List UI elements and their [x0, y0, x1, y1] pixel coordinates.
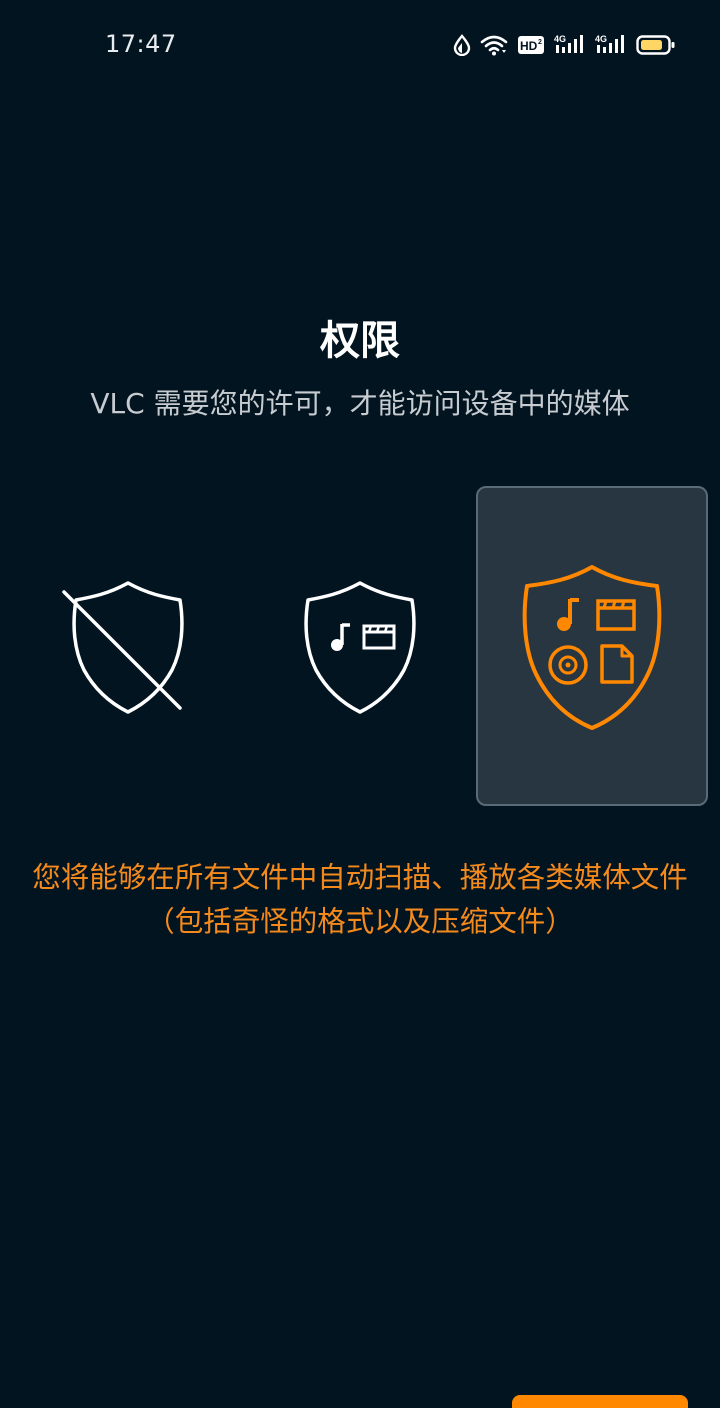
battery-icon: [636, 34, 676, 56]
page-subtitle: VLC 需要您的许可，才能访问设备中的媒体: [90, 387, 630, 420]
data-saver-icon: [453, 34, 471, 56]
hd-voice-icon: HD 2: [517, 34, 545, 56]
network-label: 4G: [554, 34, 566, 44]
hd-label: HD: [520, 39, 538, 53]
shield-media-icon: [304, 581, 416, 714]
file-icon: [600, 644, 634, 684]
wifi-icon: [480, 34, 508, 56]
permission-screen: 17:47 HD 2 4G 4G 权限 VLC 需要您的许可，才能访问设备中的媒…: [0, 0, 720, 1408]
svg-text:2: 2: [538, 39, 542, 46]
permission-description: 您将能够在所有文件中自动扫描、播放各类媒体文件（包括奇怪的格式以及压缩文件）: [32, 861, 688, 938]
shield-off-icon: [62, 581, 184, 714]
clapperboard-icon: [362, 624, 396, 650]
status-time: 17:47: [105, 30, 177, 58]
music-note-icon: [557, 598, 579, 631]
page-title: 权限: [320, 318, 400, 364]
signal-4g-icon: 4G: [554, 33, 586, 57]
permission-option-none[interactable]: [40, 570, 216, 730]
status-bar: 17:47 HD 2 4G 4G: [0, 0, 720, 88]
shield-all-files-icon: [522, 565, 662, 730]
network-label: 4G: [595, 34, 607, 44]
clapperboard-icon: [596, 599, 636, 631]
disc-icon: [548, 645, 588, 685]
permission-option-all-files[interactable]: [476, 486, 708, 806]
permission-option-media[interactable]: [272, 570, 448, 730]
status-icons: HD 2 4G 4G: [453, 32, 676, 58]
music-note-icon: [331, 623, 350, 651]
signal-4g-icon: 4G: [595, 33, 627, 57]
next-button[interactable]: [512, 1395, 688, 1408]
